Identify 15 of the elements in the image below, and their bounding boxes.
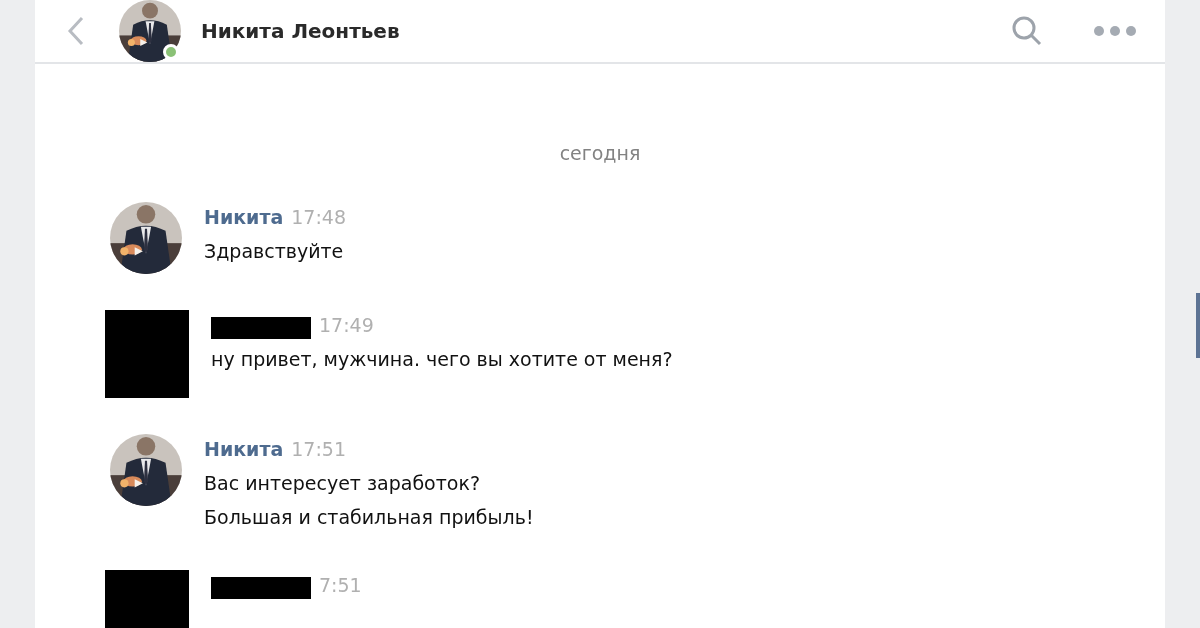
sender-name[interactable]: Никита	[204, 206, 284, 228]
search-icon[interactable]	[1011, 15, 1043, 47]
message-text: ну привет, мужчина. чего вы хотите от меня?	[211, 347, 673, 372]
message-text: Большая и стабильная прибыль!	[204, 505, 534, 530]
scrollbar-thumb[interactable]	[1196, 293, 1200, 358]
message-time: 17:49	[319, 314, 374, 336]
message-time: 17:48	[291, 206, 347, 228]
message-text: Вас интересует заработок?	[204, 471, 481, 496]
chat-title: Никита Леонтьев	[201, 19, 401, 43]
date-separator: сегодня	[558, 142, 642, 164]
message-time: 7:51	[319, 574, 362, 596]
sender-name[interactable]: Никита	[204, 438, 284, 460]
message-text: Здравствуйте	[204, 239, 345, 264]
message-time: 17:51	[291, 438, 347, 460]
more-icon[interactable]	[1093, 25, 1137, 37]
